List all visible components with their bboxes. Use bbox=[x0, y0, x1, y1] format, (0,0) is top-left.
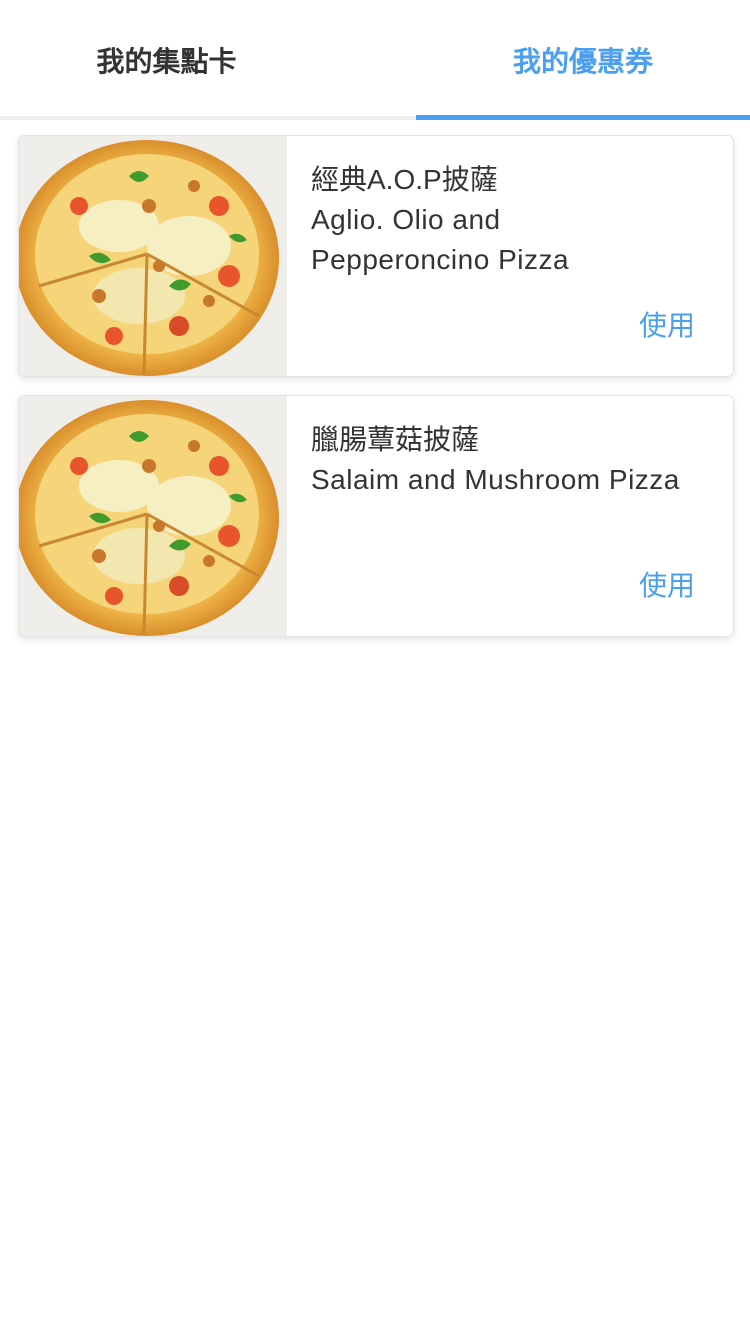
coupon-card[interactable]: 經典A.O.P披薩 Aglio. Olio and Pepperoncino P… bbox=[18, 135, 734, 377]
tab-coupons[interactable]: 我的優惠券 bbox=[416, 0, 750, 120]
coupon-info: 經典A.O.P披薩 Aglio. Olio and Pepperoncino P… bbox=[311, 160, 711, 280]
coupon-title-en-line1: Aglio. Olio and bbox=[311, 204, 501, 235]
coupon-title-en-line2: Pepperoncino Pizza bbox=[311, 244, 570, 275]
tab-coupons-label: 我的優惠券 bbox=[512, 46, 653, 77]
tab-coupons-active-indicator bbox=[416, 115, 750, 120]
tab-points-card-label: 我的集點卡 bbox=[96, 46, 237, 77]
use-coupon-button[interactable]: 使用 bbox=[639, 304, 695, 344]
tab-points-card-underline bbox=[0, 116, 416, 120]
tab-bar: 我的集點卡 我的優惠券 bbox=[0, 0, 750, 120]
coupon-title-zh: 經典A.O.P披薩 bbox=[311, 164, 498, 195]
pizza-image bbox=[19, 136, 287, 376]
coupon-title-zh: 臘腸蕈菇披薩 bbox=[311, 424, 480, 455]
use-coupon-button[interactable]: 使用 bbox=[639, 564, 695, 604]
coupon-title-en-line1: Salaim and Mushroom Pizza bbox=[311, 464, 680, 495]
tab-points-card[interactable]: 我的集點卡 bbox=[0, 0, 416, 120]
coupon-info: 臘腸蕈菇披薩 Salaim and Mushroom Pizza bbox=[311, 420, 711, 500]
coupon-card[interactable]: 臘腸蕈菇披薩 Salaim and Mushroom Pizza 使用 bbox=[18, 395, 734, 637]
pizza-image bbox=[19, 396, 287, 636]
